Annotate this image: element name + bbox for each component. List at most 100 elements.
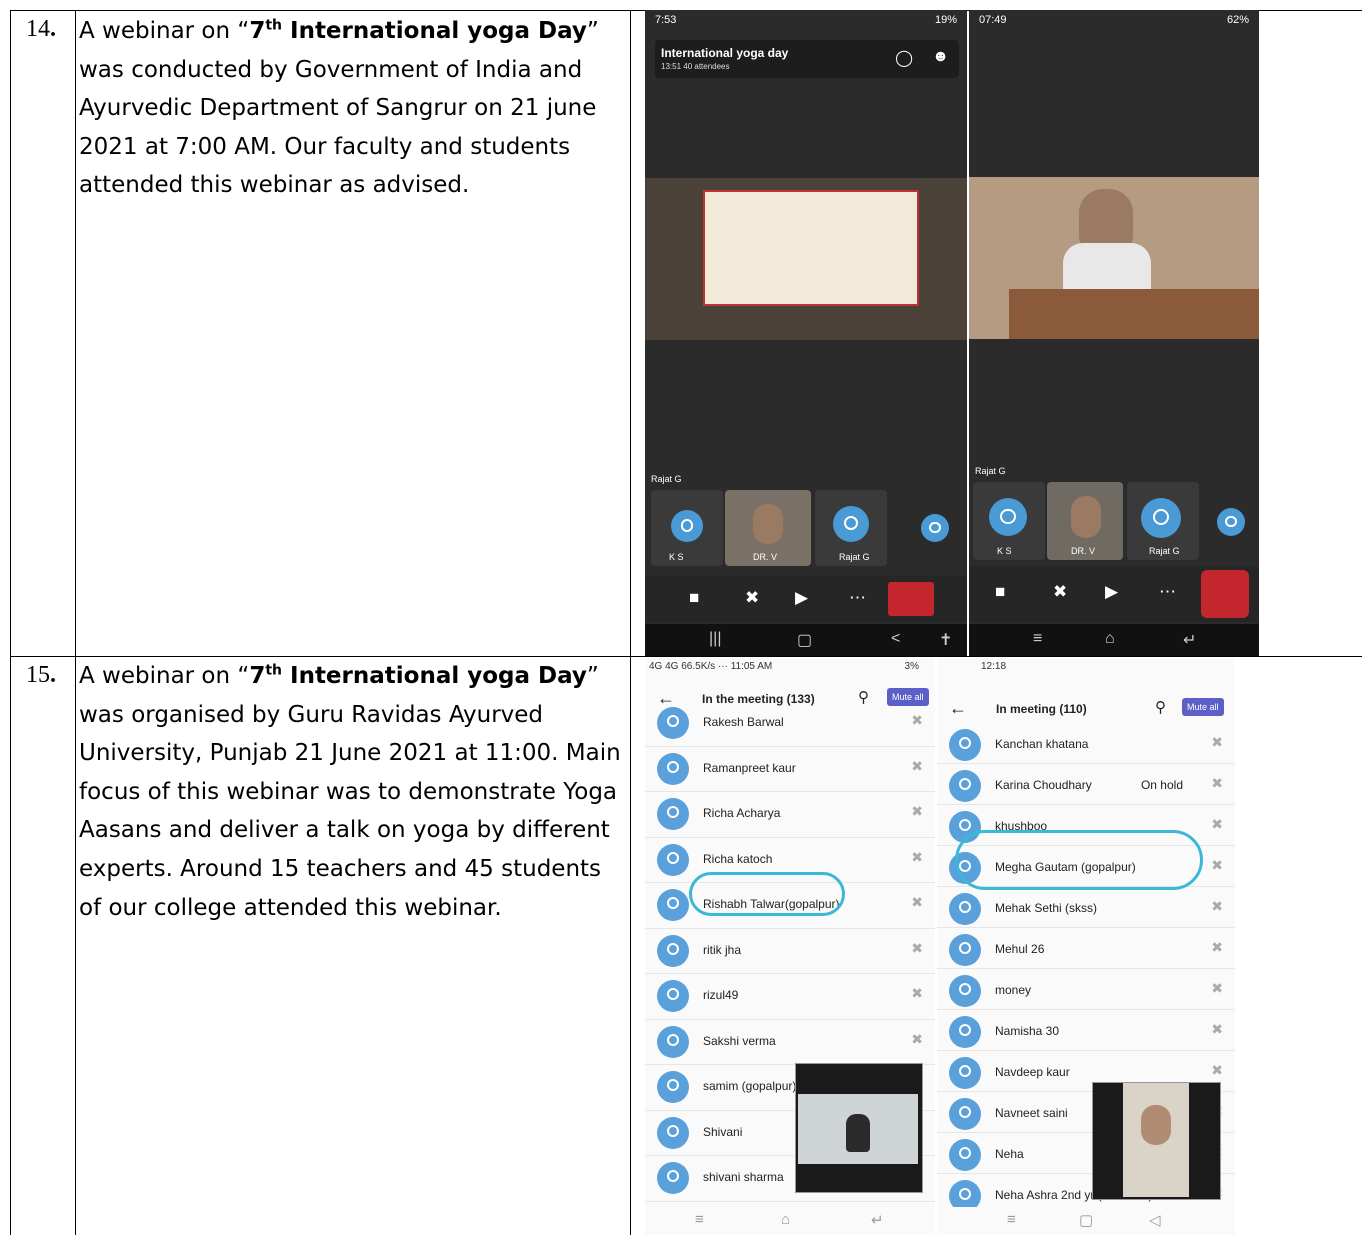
participant-name: Navdeep kaur [995,1065,1070,1079]
hang-up-button[interactable] [888,582,934,616]
participant-tile[interactable]: K S [973,482,1045,560]
android-nav-bar: ≡ ⌂ ↵ [645,1207,935,1235]
participant-name: Neha [995,1147,1024,1161]
mute-all-button[interactable]: Mute all [1182,698,1224,716]
call-controls: ■ ✖ ▶ ⋯ [969,566,1259,622]
participant-name: money [995,983,1032,997]
menu-icon[interactable]: ≡ [1033,630,1042,648]
participants-header: ← In meeting (110) ⚲ Mute all [937,694,1235,724]
description-text: A webinar on “ [79,663,250,689]
avatar [657,1071,689,1103]
participant-row[interactable]: Namisha 30 ✖ [937,1009,1235,1051]
mic-off-icon: ✖ [1211,775,1223,791]
participant-tile[interactable]: DR. V [725,490,811,566]
accessibility-icon[interactable]: ✝ [939,630,952,650]
hang-up-button[interactable] [1201,570,1249,618]
participant-row[interactable]: Kanchan khatana ✖ [937,722,1235,764]
participant-tile[interactable]: Rajat G [815,490,887,566]
presenter-label: Rajat G [651,474,682,484]
column-divider-text [630,10,631,1235]
back-icon[interactable]: ↵ [871,1211,884,1229]
video-pip[interactable] [795,1063,923,1193]
screenshot-participants-1: 4G 4G 66.5K/s ··· 11:05 AM 3% ← In the me… [645,658,935,1235]
home-icon[interactable]: ⌂ [1105,630,1115,648]
call-controls: ■ ✖ ▶ ⋯ [645,576,967,622]
yoga-instructor [846,1114,870,1152]
back-arrow-icon[interactable]: ← [949,698,967,719]
row-number-14: 14. [26,16,56,42]
menu-icon[interactable]: ≡ [1007,1211,1016,1228]
mic-off-icon: ✖ [1211,939,1223,955]
description-text: International yoga Day [282,18,587,44]
avatar [949,1016,981,1048]
mic-off-icon: ✖ [1211,898,1223,914]
participant-row[interactable]: ritik jha ✖ [645,928,935,974]
avatar [1141,498,1181,538]
avatar [657,889,689,921]
camera-off-icon[interactable]: ■ [689,588,699,608]
home-icon[interactable]: ⌂ [781,1211,790,1228]
participant-row[interactable]: money ✖ [937,968,1235,1010]
home-icon[interactable]: ▢ [1079,1211,1093,1229]
video-pip[interactable] [1092,1082,1221,1200]
back-icon[interactable]: < [891,630,900,648]
camera-off-icon[interactable]: ■ [995,582,1005,602]
recents-icon[interactable]: ||| [709,630,721,648]
mic-off-icon: ✖ [911,939,923,956]
speaker-video [1123,1083,1189,1197]
participant-tile[interactable]: DR. V [1047,482,1123,560]
mic-off-icon: ✖ [911,848,923,865]
shared-video [645,178,967,340]
mic-off-icon: ✖ [911,757,923,774]
participant-video [753,504,783,544]
mic-off-icon: ✖ [911,985,923,1001]
avatar [657,1025,689,1058]
participant-tile[interactable]: K S [651,490,723,566]
avatar [949,729,981,761]
participant-name: Richa katoch [703,851,773,866]
home-icon[interactable]: ▢ [797,630,812,650]
participant-row[interactable]: Sakshi verma ✖ [645,1019,935,1065]
participants-icon[interactable]: ☻ [932,48,949,66]
description-text: ” was conducted by Government of India a… [79,18,599,199]
mic-off-icon[interactable]: ✖ [1053,582,1067,602]
participant-name: Mehak Sethi (skss) [995,901,1098,915]
search-icon[interactable]: ⚲ [1155,698,1166,716]
speaker-icon[interactable]: ▶ [1105,582,1118,602]
avatar [657,980,689,1012]
menu-icon[interactable]: ≡ [695,1211,704,1228]
participant-row[interactable]: Richa Acharya ✖ [645,791,935,838]
participant-name: Ramanpreet kaur [703,760,796,775]
participant-row[interactable]: rizul49 ✖ [645,973,935,1020]
more-icon[interactable]: ⋯ [849,588,866,608]
avatar [671,510,703,542]
status-bar: 07:49 62% [979,14,1249,26]
screenshot-meeting-2: 07:49 62% Rajat G K S DR. V Rajat G ■ ✖ ▶… [969,10,1259,656]
chat-icon[interactable]: ◯ [895,48,913,68]
avatar [657,934,689,967]
participant-row[interactable]: Rakesh Barwal ✖ [645,700,935,747]
participant-name: Sakshi verma [703,1033,776,1048]
yoga-video [798,1094,918,1164]
participant-name: Shivani [703,1124,743,1139]
participant-name: Kanchan khatana [995,737,1089,751]
participant-row[interactable]: Mehak Sethi (skss) ✖ [937,886,1235,928]
participant-tile[interactable]: Rajat G [1127,482,1199,560]
avatar [657,798,689,830]
more-icon[interactable]: ⋯ [1159,582,1176,602]
participant-row[interactable]: Mehul 26 ✖ [937,927,1235,969]
avatar[interactable] [1217,508,1245,536]
yoga-day-banner [703,190,919,306]
highlight-annotation [689,872,845,916]
participant-name: shivani sharma [703,1170,784,1184]
back-icon[interactable]: ↵ [1183,630,1196,650]
mic-off-icon[interactable]: ✖ [745,588,759,608]
description-text: International yoga Day [282,663,587,689]
mic-off-icon: ✖ [1211,857,1223,873]
avatar[interactable] [921,514,949,542]
speaker-icon[interactable]: ▶ [795,588,808,608]
participant-row[interactable]: Ramanpreet kaur ✖ [645,746,935,792]
back-icon[interactable]: ◁ [1149,1211,1161,1229]
participant-row[interactable]: Karina Choudhary ✖ On hold [937,763,1235,805]
avatar [949,1098,981,1130]
